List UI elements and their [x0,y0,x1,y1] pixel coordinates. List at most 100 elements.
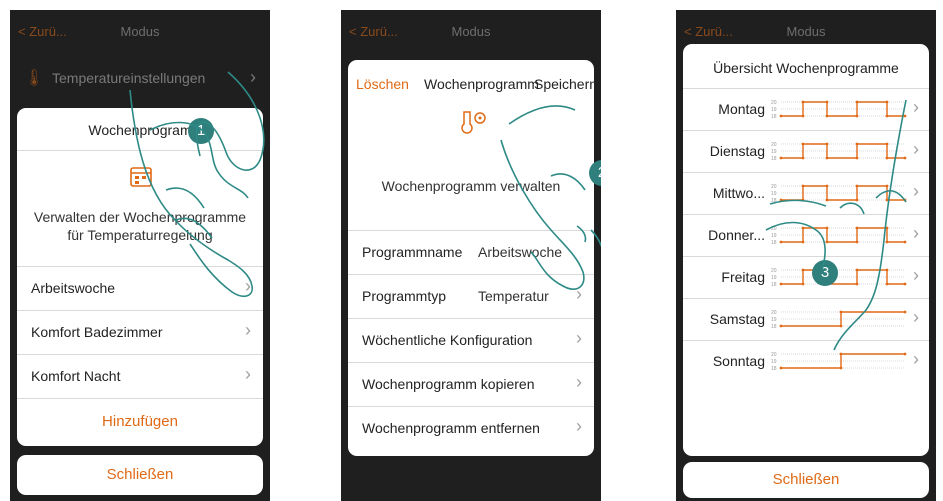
day-row[interactable]: Mittwo... 20 19 18 › [683,172,929,214]
day-label: Dienstag [709,143,765,159]
background-row-label: Temperatureinstellungen [52,70,206,86]
chevron-right-icon: › [913,349,919,369]
profile-point [801,114,805,118]
list-item-label: Wochenprogramm entfernen [362,420,540,436]
chevron-right-icon: › [913,265,919,285]
profile-point [801,282,805,286]
profile-point [903,352,907,356]
chevron-right-icon: › [913,223,919,243]
profile-point [825,156,829,160]
day-row[interactable]: Montag 20 19 18 › [683,88,929,130]
profile-point [825,226,829,230]
delete-button[interactable]: Löschen [356,76,409,92]
top-bar: < Zurü... Modus [341,10,601,54]
profile-point [779,282,783,286]
day-row[interactable]: Sonntag 20 19 18 › [683,340,929,382]
thermometer-icon [461,111,486,134]
axis-tick-label: 18 [771,324,777,330]
page-title: Modus [120,24,160,39]
day-row[interactable]: Donner... 20 19 18 › [683,214,929,256]
day-row[interactable]: Dienstag 20 19 18 › [683,130,929,172]
axis-tick-label: 19 [771,191,777,197]
profile-point [825,184,829,188]
axis-tick-label: 20 [771,310,777,316]
chevron-right-icon: › [913,97,919,117]
add-button[interactable]: Hinzufügen [17,398,263,446]
profile-point [801,184,805,188]
profile-point [855,268,859,272]
profile-point [801,240,805,244]
profile-point [779,240,783,244]
profile-point [779,366,783,370]
header-title: Wochenprogramm [424,76,539,92]
profile-point [779,114,783,118]
profile-point [779,156,783,160]
list-item-label: Arbeitswoche [31,280,116,296]
day-temperature-chart: 201918 [771,142,907,162]
chevron-right-icon: › [576,328,582,348]
overview-title: Übersicht Wochenprogramme [713,60,899,76]
list-item-copy[interactable]: Wochenprogramm kopieren › [348,362,594,406]
list-item-komfort-nacht[interactable]: Komfort Nacht › [17,354,263,398]
profile-point [903,310,907,314]
field-programmtyp[interactable]: Programmtyp Temperatur › [348,274,594,318]
card-title: Wochenprogram [88,122,192,138]
step-badge: 1 [188,118,214,144]
day-label: Donner... [708,227,765,243]
page-title: Modus [786,24,826,39]
page-title: Modus [451,24,491,39]
profile-point [855,198,859,202]
profile-point [801,142,805,146]
top-bar: < Zurü... Modus [10,10,270,54]
save-button[interactable]: Speichern [534,76,594,92]
list-item-label: Komfort Badezimmer [31,324,163,340]
list-item-arbeitswoche[interactable]: Arbeitswoche › [17,266,263,310]
chevron-right-icon: › [913,139,919,159]
axis-tick-label: 20 [771,226,777,232]
profile-point [855,240,859,244]
field-value: Arbeitswoche [478,244,563,260]
chevron-right-icon: › [576,372,582,392]
close-button[interactable]: Schließen [683,462,929,498]
profile-point [885,198,889,202]
close-button[interactable]: Schließen [17,455,263,495]
axis-tick-label: 18 [771,240,777,246]
profile-point [903,114,907,118]
profile-point [801,100,805,104]
chevron-right-icon: › [250,67,256,87]
list-item-weekly-config[interactable]: Wöchentliche Konfiguration › [348,318,594,362]
day-temperature-chart: 201918 [771,268,907,288]
profile-point [839,324,843,328]
profile-point [885,226,889,230]
thermometer-icon: 🌡 [24,70,45,87]
day-label: Sonntag [712,353,765,369]
chevron-right-icon: › [913,307,919,327]
profile-point [885,268,889,272]
day-label: Samstag [709,311,765,327]
profile-point [885,114,889,118]
chevron-right-icon: › [576,416,582,436]
profile-point [903,282,907,286]
field-programmname[interactable]: Programmname Arbeitswoche [348,230,594,274]
profile-point [885,142,889,146]
profile-point [801,156,805,160]
profile-point [855,114,859,118]
chevron-right-icon: › [245,276,251,296]
profile-point [885,282,889,286]
axis-tick-label: 19 [771,107,777,113]
list-item-komfort-badezimmer[interactable]: Komfort Badezimmer › [17,310,263,354]
field-value: Temperatur [478,288,549,304]
axis-tick-label: 20 [771,184,777,190]
list-item-label: Wochenprogramm kopieren [362,376,535,392]
profile-point [855,100,859,104]
list-item-label: Wöchentliche Konfiguration [362,332,533,348]
profile-point [839,366,843,370]
profile-point [801,198,805,202]
axis-tick-label: 20 [771,268,777,274]
axis-tick-label: 19 [771,275,777,281]
list-item-remove[interactable]: Wochenprogramm entfernen › [348,406,594,456]
day-temperature-chart: 201918 [771,352,907,372]
day-row[interactable]: Freitag 20 19 18 › [683,256,929,298]
day-row[interactable]: Samstag 20 19 18 › [683,298,929,340]
profile-point [885,184,889,188]
